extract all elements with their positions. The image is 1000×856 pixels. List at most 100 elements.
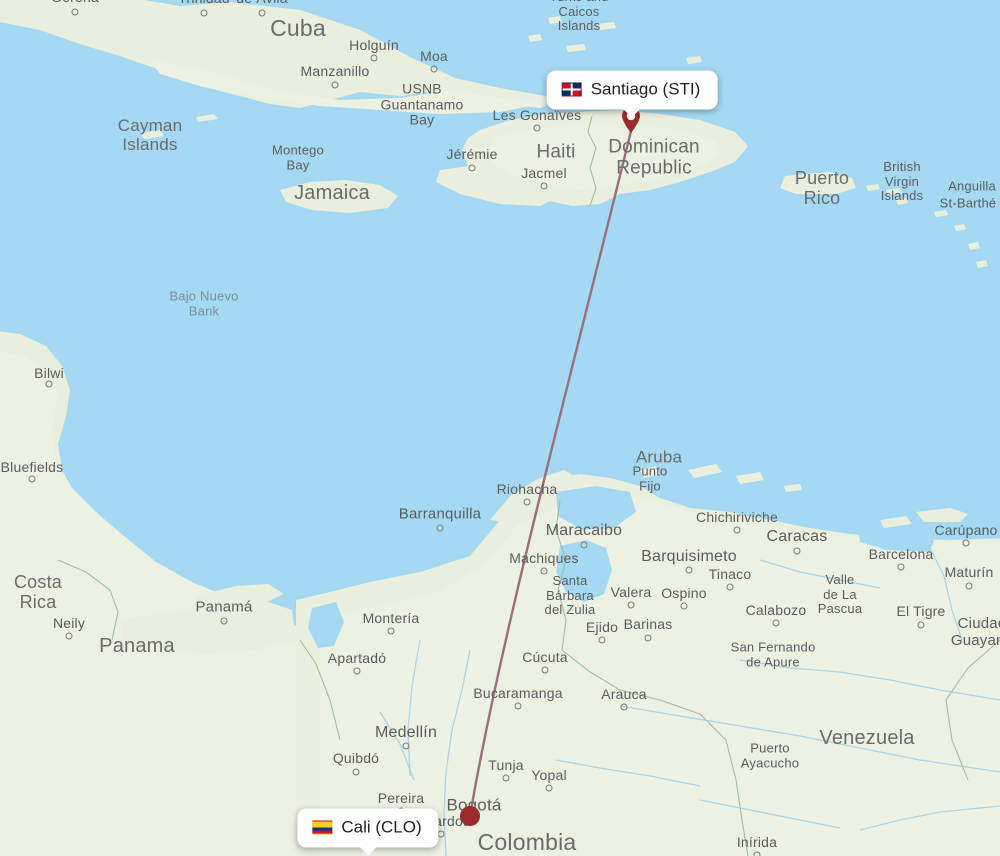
region-label: USNB Guantanamo Bay xyxy=(380,80,464,128)
city-dot xyxy=(331,81,339,89)
city-label: Manzanillo xyxy=(300,63,370,80)
city-label: Barinas xyxy=(623,616,673,633)
country-label: Panama xyxy=(99,634,175,657)
city-dot xyxy=(753,851,761,856)
city-dot xyxy=(352,768,360,776)
city-label: Maracaibo xyxy=(545,522,623,540)
city-dot xyxy=(644,634,652,642)
city-dot xyxy=(45,380,53,388)
city-dot xyxy=(545,784,553,792)
city-label: Arauca xyxy=(601,686,647,703)
city-dot xyxy=(200,9,208,17)
city-label: Gerona xyxy=(51,0,99,6)
city-dot xyxy=(436,524,444,532)
city-label: Moa xyxy=(420,48,448,65)
region-label: Santa Bárbara del Zulia xyxy=(544,573,596,618)
city-label: Carúpano xyxy=(934,522,998,539)
country-label: Venezuela xyxy=(819,726,915,749)
city-dot xyxy=(220,617,228,625)
city-label: Ospino xyxy=(661,585,707,602)
country-label: Jamaica xyxy=(294,181,370,204)
city-dot xyxy=(680,602,688,610)
city-label: Tinaco xyxy=(708,566,752,583)
city-dot xyxy=(437,830,445,838)
city-dot xyxy=(387,627,395,635)
city-label: Neily xyxy=(52,615,86,632)
city-dot xyxy=(258,9,266,17)
city-label: Cúcuta xyxy=(522,649,568,666)
city-label: Barranquilla xyxy=(398,505,482,523)
destination-tooltip-label: Santiago (STI) xyxy=(590,79,701,99)
city-dot xyxy=(897,563,905,571)
origin-tooltip-label: Cali (CLO) xyxy=(341,817,422,837)
region-label: Valle de La Pascua xyxy=(817,572,863,617)
city-dot xyxy=(468,164,476,172)
city-label: Caracas xyxy=(766,528,828,546)
city-label: Bilwi xyxy=(34,365,64,382)
city-label: Machiques xyxy=(509,550,579,567)
country-label: Puerto Rico xyxy=(794,167,850,208)
city-label: Bluefields xyxy=(0,459,64,476)
city-dot xyxy=(793,547,801,555)
country-label: Haiti xyxy=(536,141,576,163)
flight-route-map[interactable]: .land{fill:#e9efdc;} .land2{fill:#edf1e2… xyxy=(0,0,1000,856)
city-label: Panamá xyxy=(195,598,253,616)
city-label: Tunja xyxy=(488,757,524,774)
region-label: Montego Bay xyxy=(272,142,324,172)
city-dot xyxy=(726,583,734,591)
city-label: Trinidad xyxy=(178,0,230,7)
city-label: Yopal xyxy=(531,767,567,784)
colombia-flag-icon xyxy=(312,820,333,835)
region-label: Bajo Nuevo Bank xyxy=(169,288,239,318)
city-label: Apartadó xyxy=(327,650,387,667)
country-label: Cuba xyxy=(270,15,326,42)
origin-tooltip[interactable]: Cali (CLO) xyxy=(297,808,439,856)
city-label: Riohacha xyxy=(496,481,558,498)
city-dot xyxy=(353,667,361,675)
city-label: Les Gonaïves xyxy=(492,107,582,124)
region-label: Puerto Ayacucho xyxy=(740,740,800,770)
city-dot xyxy=(685,566,693,574)
city-dot xyxy=(28,475,36,483)
city-label: Jérémie xyxy=(446,146,498,163)
region-label: British Virgin Islands xyxy=(880,159,924,204)
city-label: Montería xyxy=(362,610,420,627)
city-label: Bucaramanga xyxy=(473,685,563,702)
city-dot xyxy=(533,124,541,132)
destination-tooltip[interactable]: Santiago (STI) xyxy=(546,70,718,118)
city-label: Jacmel xyxy=(521,165,567,182)
city-label: Ejido xyxy=(585,619,619,636)
city-label: de Ávila xyxy=(236,0,287,7)
dominican-republic-flag-icon xyxy=(561,82,582,97)
city-label: Chichiriviche xyxy=(696,509,778,526)
city-dot xyxy=(962,539,970,547)
city-label: Quibdó xyxy=(332,750,380,767)
city-dot xyxy=(502,774,510,782)
city-dot xyxy=(540,567,548,575)
flight-route-line xyxy=(468,129,633,818)
country-label: Cayman Islands xyxy=(117,115,183,154)
origin-map-marker[interactable] xyxy=(460,806,480,826)
city-label: Maturín xyxy=(944,564,994,581)
region-label: San Fernando de Apure xyxy=(730,639,816,669)
region-label: Turks andCaicosIslands xyxy=(549,0,608,34)
region-label: St-Barthé xyxy=(939,195,997,211)
city-label: Barquisimeto xyxy=(641,548,737,566)
country-label: Dominican Republic xyxy=(608,136,700,179)
city-dot xyxy=(580,541,588,549)
region-label: Anguilla xyxy=(948,178,996,194)
city-dot xyxy=(733,526,741,534)
region-label: Punto Fijo xyxy=(632,463,668,493)
city-dot xyxy=(917,621,925,629)
city-dot xyxy=(71,8,79,16)
city-dot xyxy=(772,619,780,627)
city-dot xyxy=(402,742,410,750)
city-label: Valera xyxy=(610,584,652,601)
country-label: Colombia xyxy=(477,829,577,856)
city-label: Inírida xyxy=(736,834,778,851)
city-dot xyxy=(627,601,635,609)
region-label: CiudadGuayana xyxy=(950,615,1000,649)
city-label: Calabozo xyxy=(745,602,807,619)
city-label: Barcelona xyxy=(868,546,934,563)
city-dot xyxy=(430,65,438,73)
